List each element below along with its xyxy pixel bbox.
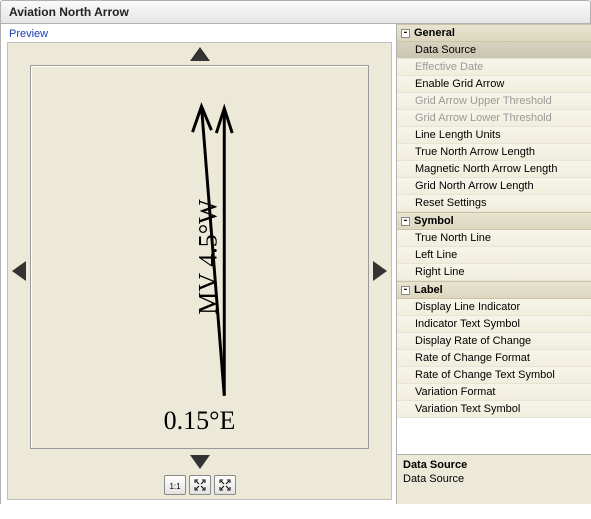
property-list: -GeneralData SourceEffective DateEnable …	[397, 24, 591, 454]
pan-up-arrow-icon[interactable]	[190, 47, 210, 61]
property-row[interactable]: Line Length Units	[397, 127, 591, 144]
window-body: Preview MV 4.5°W	[0, 24, 591, 504]
description-pane: Data Source Data Source	[397, 454, 591, 504]
magnetic-variation-label: MV 4.5°W	[194, 199, 224, 314]
rate-of-change-label: 0.15°E	[31, 406, 368, 436]
property-row[interactable]: Grid North Arrow Length	[397, 178, 591, 195]
property-row[interactable]: Right Line	[397, 264, 591, 281]
aviation-north-arrow-window: Aviation North Arrow Preview	[0, 0, 591, 519]
collapse-icon[interactable]: -	[401, 217, 410, 226]
pan-left-arrow-icon[interactable]	[12, 261, 26, 281]
property-row[interactable]: Display Rate of Change	[397, 333, 591, 350]
group-label: General	[414, 27, 455, 39]
property-grid: -GeneralData SourceEffective DateEnable …	[396, 24, 591, 504]
property-row[interactable]: Rate of Change Text Symbol	[397, 367, 591, 384]
zoom-1to1-icon: 1:1	[168, 478, 182, 492]
zoom-fit-button[interactable]	[189, 475, 211, 495]
zoom-full-button[interactable]	[214, 475, 236, 495]
group-header[interactable]: -Label	[397, 281, 591, 299]
property-row: Grid Arrow Upper Threshold	[397, 93, 591, 110]
property-row: Effective Date	[397, 59, 591, 76]
property-row: Grid Arrow Lower Threshold	[397, 110, 591, 127]
zoom-full-icon	[218, 478, 232, 492]
collapse-icon[interactable]: -	[401, 29, 410, 38]
preview-viewport: MV 4.5°W 0.15°E 1:1	[7, 42, 392, 500]
property-row[interactable]: Reset Settings	[397, 195, 591, 212]
zoom-actual-button[interactable]: 1:1	[164, 475, 186, 495]
preview-pane: Preview MV 4.5°W	[1, 24, 396, 504]
property-row[interactable]: Magnetic North Arrow Length	[397, 161, 591, 178]
collapse-icon[interactable]: -	[401, 286, 410, 295]
property-row[interactable]: True North Arrow Length	[397, 144, 591, 161]
svg-text:1:1: 1:1	[169, 482, 181, 491]
window-title: Aviation North Arrow	[0, 0, 591, 24]
property-row[interactable]: True North Line	[397, 230, 591, 247]
property-row[interactable]: Variation Format	[397, 384, 591, 401]
zoom-toolbar: 1:1	[164, 475, 236, 495]
property-row[interactable]: Left Line	[397, 247, 591, 264]
property-row[interactable]: Data Source	[397, 42, 591, 59]
property-row[interactable]: Enable Grid Arrow	[397, 76, 591, 93]
property-row[interactable]: Indicator Text Symbol	[397, 316, 591, 333]
preview-heading: Preview	[7, 26, 392, 42]
group-header[interactable]: -General	[397, 24, 591, 42]
property-row[interactable]: Rate of Change Format	[397, 350, 591, 367]
group-label: Label	[414, 284, 443, 296]
group-label: Symbol	[414, 215, 454, 227]
property-row[interactable]: Variation Text Symbol	[397, 401, 591, 418]
description-text: Data Source	[403, 473, 585, 485]
pan-down-arrow-icon[interactable]	[190, 455, 210, 469]
description-title: Data Source	[403, 459, 585, 471]
zoom-fit-icon	[193, 478, 207, 492]
pan-right-arrow-icon[interactable]	[373, 261, 387, 281]
preview-canvas: MV 4.5°W 0.15°E	[30, 65, 369, 449]
property-row[interactable]: Display Line Indicator	[397, 299, 591, 316]
group-header[interactable]: -Symbol	[397, 212, 591, 230]
